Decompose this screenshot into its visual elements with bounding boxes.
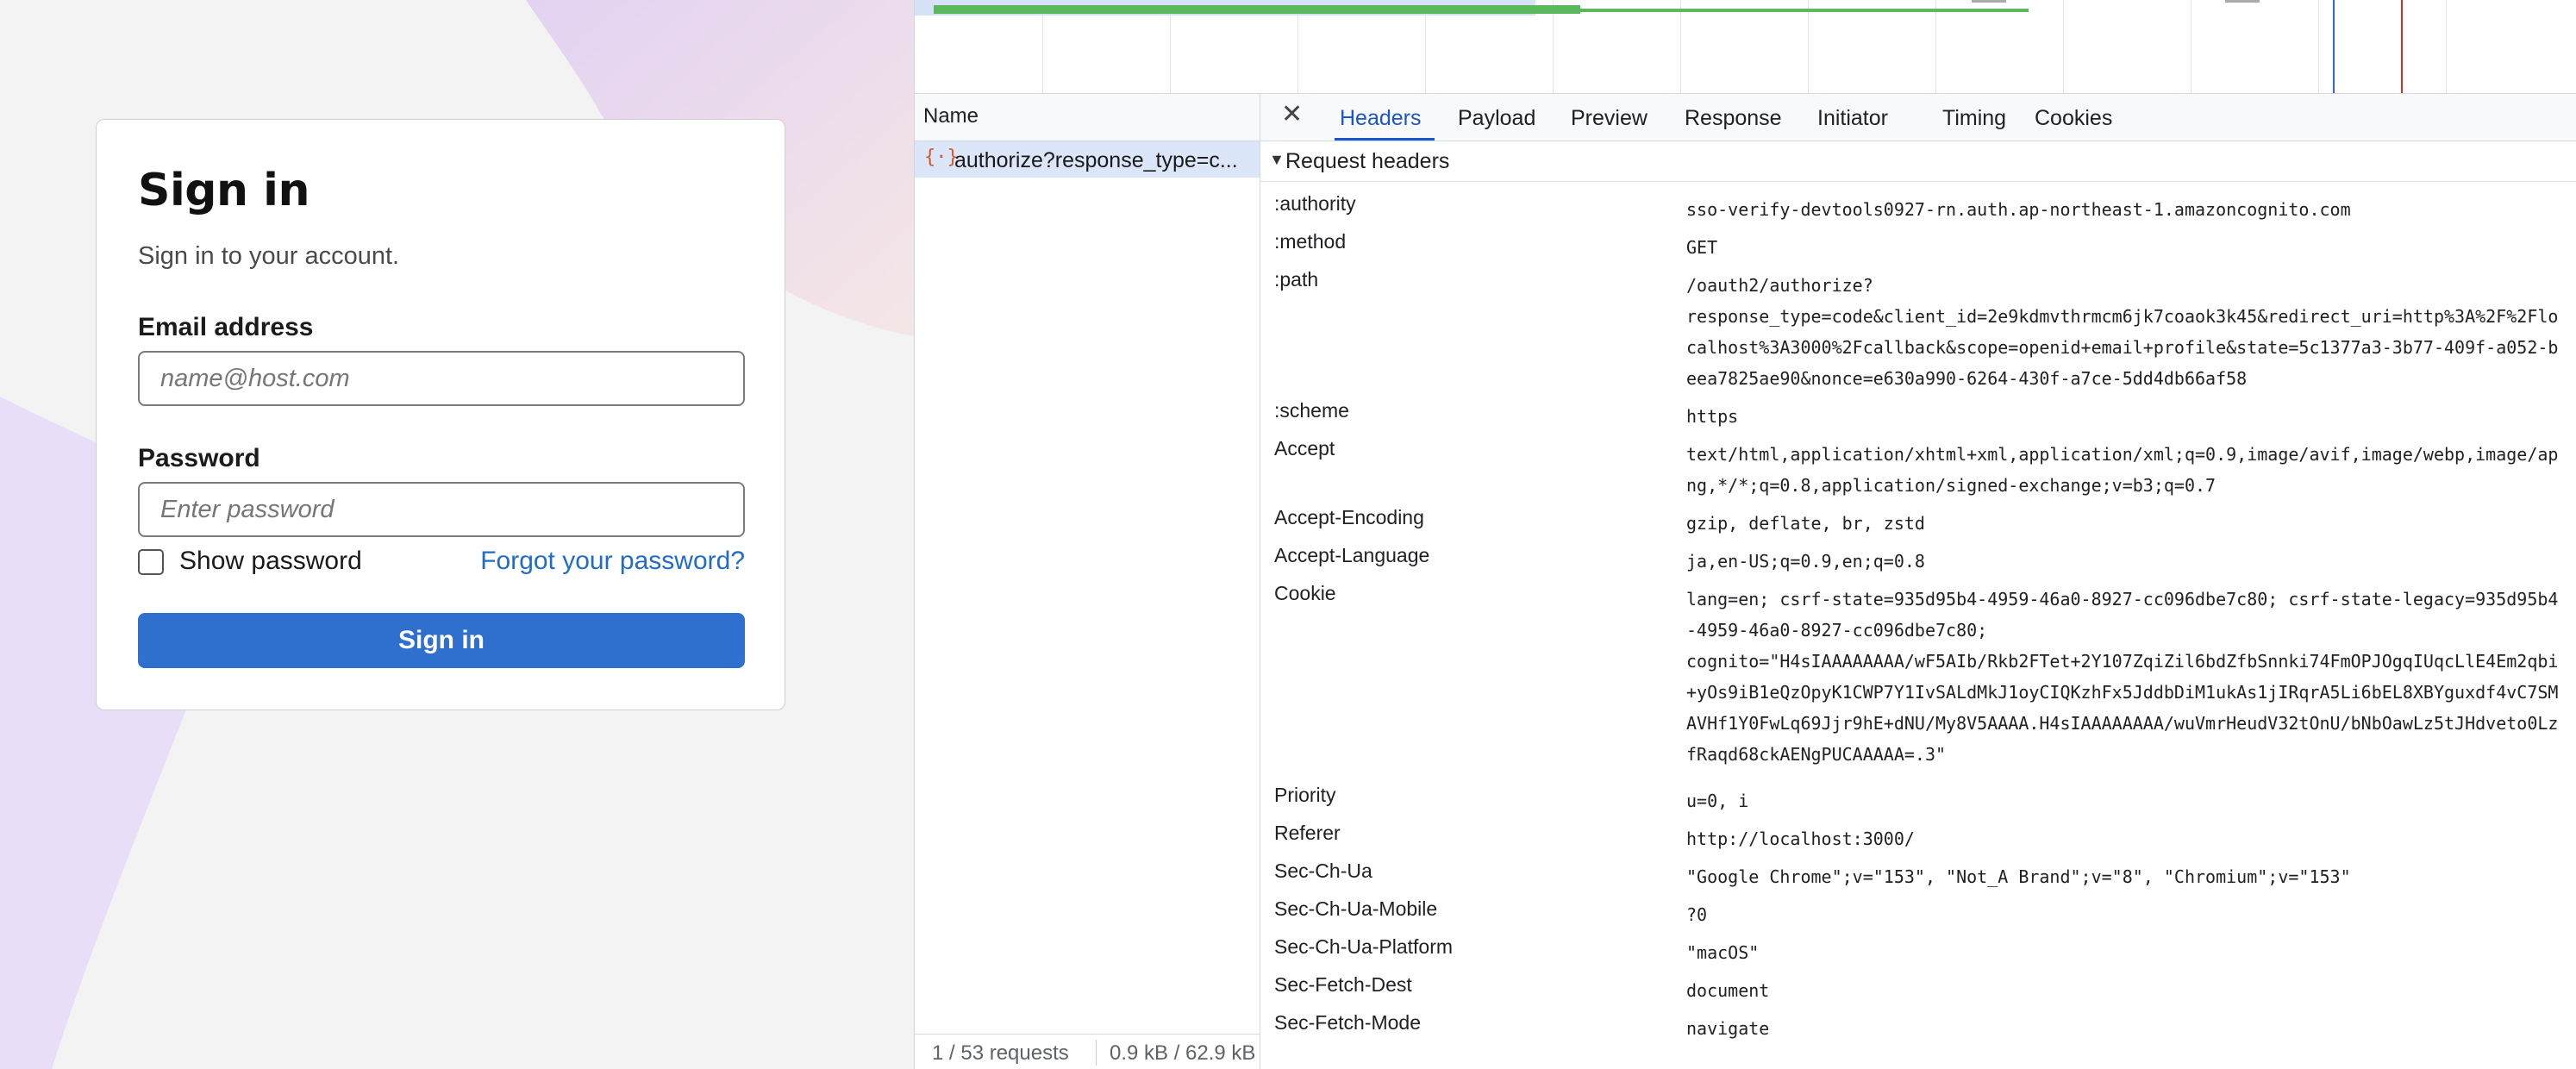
dom-content-loaded-marker — [2333, 0, 2335, 93]
overview-request-bar — [2225, 0, 2260, 3]
overview-gridline — [1680, 0, 1681, 93]
header-name: Sec-Fetch-Dest — [1274, 973, 1412, 996]
header-value: https — [1686, 406, 1739, 427]
header-value: http://localhost:3000/ — [1686, 828, 1915, 849]
json-request-icon: {·} — [924, 147, 959, 168]
header-name: Referer — [1274, 822, 1341, 844]
overview-gridline — [2063, 0, 2064, 93]
show-password-label[interactable]: Show password — [179, 547, 362, 576]
header-name: :scheme — [1274, 399, 1349, 422]
header-value: "Google Chrome";v="153", "Not_A Brand";v… — [1686, 866, 2351, 887]
name-column-header-label: Name — [923, 104, 979, 128]
disclosure-triangle-icon[interactable]: ▼ — [1269, 151, 1285, 169]
header-name: Sec-Ch-Ua-Mobile — [1274, 897, 1438, 920]
devtools-network-panel: Name {·} authorize?response_type=c... 1 … — [914, 0, 2576, 1069]
header-name: Accept — [1274, 437, 1335, 459]
password-label: Password — [138, 444, 260, 472]
header-value: ?0 — [1686, 904, 1708, 925]
header-value: sso-verify-devtools0927-rn.auth.ap-north… — [1686, 199, 2351, 220]
header-name: Sec-Ch-Ua-Platform — [1274, 935, 1454, 958]
show-password-checkbox[interactable] — [138, 549, 164, 575]
tab-initiator[interactable]: Initiator — [1817, 106, 1888, 131]
email-field[interactable] — [138, 351, 745, 406]
show-password-row: Show password Forgot your password? — [138, 547, 745, 581]
network-status-bar: 1 / 53 requests 0.9 kB / 62.9 kB — [915, 1034, 1260, 1069]
active-tab-indicator — [1335, 138, 1435, 141]
signin-subtitle: Sign in to your account. — [138, 242, 400, 270]
overview-request-bar — [1972, 0, 2006, 3]
transfer-size: 0.9 kB / 62.9 kB — [1110, 1041, 1256, 1065]
header-value: /oauth2/authorize? response_type=code&cl… — [1686, 275, 2559, 389]
request-row-selected[interactable]: {·} authorize?response_type=c... — [915, 141, 1260, 178]
header-name: Accept-Encoding — [1274, 506, 1424, 528]
request-details: ✕ Headers Payload Preview Response Initi… — [1260, 94, 2576, 1069]
header-name: Priority — [1274, 784, 1336, 806]
header-value: lang=en; csrf-state=935d95b4-4959-46a0-8… — [1686, 589, 2559, 765]
network-overview[interactable] — [915, 0, 2576, 94]
status-divider — [1096, 1040, 1097, 1066]
header-name: Sec-Fetch-Mode — [1274, 1011, 1422, 1034]
header-value: "macOS" — [1686, 942, 1760, 963]
name-column-header[interactable]: Name — [915, 94, 1260, 141]
load-event-marker — [2401, 0, 2403, 93]
overview-gridline — [1553, 0, 1554, 93]
header-name: :path — [1274, 268, 1319, 291]
request-list: Name {·} authorize?response_type=c... 1 … — [915, 94, 1260, 1069]
overview-request-bar — [1580, 9, 2029, 12]
header-value: navigate — [1686, 1018, 1770, 1039]
header-value: GET — [1686, 237, 1718, 258]
forgot-password-link[interactable]: Forgot your password? — [480, 547, 745, 576]
details-tabbar: ✕ Headers Payload Preview Response Initi… — [1260, 94, 2576, 141]
tab-timing[interactable]: Timing — [1942, 106, 2006, 131]
request-count: 1 / 53 requests — [932, 1041, 1069, 1065]
header-name: Accept-Language — [1274, 544, 1430, 566]
tab-cookies[interactable]: Cookies — [2035, 106, 2112, 131]
header-value: u=0, i — [1686, 791, 1749, 811]
header-name: Cookie — [1274, 582, 1336, 604]
signin-card: Sign in Sign in to your account. Email a… — [96, 119, 785, 710]
request-headers-section[interactable]: ▼ Request headers — [1260, 141, 2576, 182]
overview-gridline — [1935, 0, 1936, 93]
header-name: :method — [1274, 230, 1347, 253]
password-field[interactable] — [138, 482, 745, 537]
request-headers-title: Request headers — [1285, 149, 1450, 173]
header-value: document — [1686, 980, 1770, 1001]
email-label: Email address — [138, 313, 314, 341]
header-name: :authority — [1274, 192, 1356, 215]
tab-headers[interactable]: Headers — [1340, 106, 1422, 131]
header-value: ja,en-US;q=0.9,en;q=0.8 — [1686, 551, 1925, 572]
tab-payload[interactable]: Payload — [1458, 106, 1535, 131]
overview-gridline — [2446, 0, 2447, 93]
tab-response[interactable]: Response — [1685, 106, 1782, 131]
request-name: authorize?response_type=c... — [954, 148, 1238, 172]
signin-button[interactable]: Sign in — [138, 613, 745, 668]
signin-title: Sign in — [138, 165, 309, 216]
header-name: Sec-Ch-Ua — [1274, 860, 1372, 882]
signin-page: Sign in Sign in to your account. Email a… — [0, 0, 914, 1069]
overview-gridline — [1808, 0, 1809, 93]
tab-preview[interactable]: Preview — [1571, 106, 1648, 131]
header-value: text/html,application/xhtml+xml,applicat… — [1686, 444, 2559, 496]
overview-gridline — [2318, 0, 2319, 93]
header-value: gzip, deflate, br, zstd — [1686, 513, 1925, 534]
close-icon[interactable]: ✕ — [1281, 99, 1303, 129]
overview-request-bar — [934, 5, 1580, 14]
